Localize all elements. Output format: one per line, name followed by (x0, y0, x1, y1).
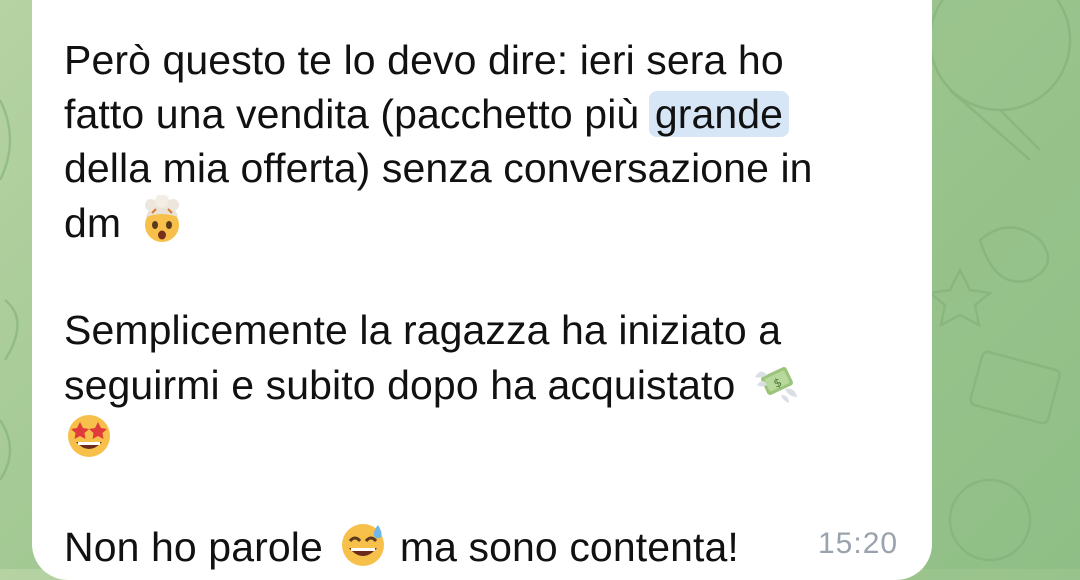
message-line: dm (64, 195, 904, 249)
message-fragment: fatto una vendita (pacchetto più (64, 91, 651, 137)
message-line: Semplicemente la ragazza ha iniziato a (64, 307, 782, 353)
exploding-head-emoji-icon (137, 195, 187, 245)
star-struck-emoji-icon (64, 411, 114, 461)
grinning-sweat-emoji-icon (338, 519, 388, 569)
message-fragment: seguirmi e subito dopo ha acquistato (64, 362, 736, 408)
message-fragment: Non ho parole (64, 524, 323, 570)
money-with-wings-emoji-icon: $ (751, 357, 801, 407)
message-line (64, 411, 904, 465)
message-fragment: ma sono contenta! (399, 524, 739, 570)
message-line: della mia offerta) senza conversazione i… (64, 145, 813, 191)
message-fragment: dm (64, 200, 122, 246)
message-line: seguirmi e subito dopo ha acquistato $ (64, 357, 904, 411)
message-line: Non ho parole ma sono contenta! (64, 519, 904, 573)
message-line: fatto una vendita (pacchetto più grande (64, 87, 904, 141)
message-text: Però questo te lo devo dire: ieri sera h… (64, 33, 904, 573)
message-timestamp: 15:20 (818, 527, 899, 560)
highlighted-word[interactable]: grande (648, 91, 790, 137)
message-line: Però questo te lo devo dire: ieri sera h… (64, 37, 784, 83)
